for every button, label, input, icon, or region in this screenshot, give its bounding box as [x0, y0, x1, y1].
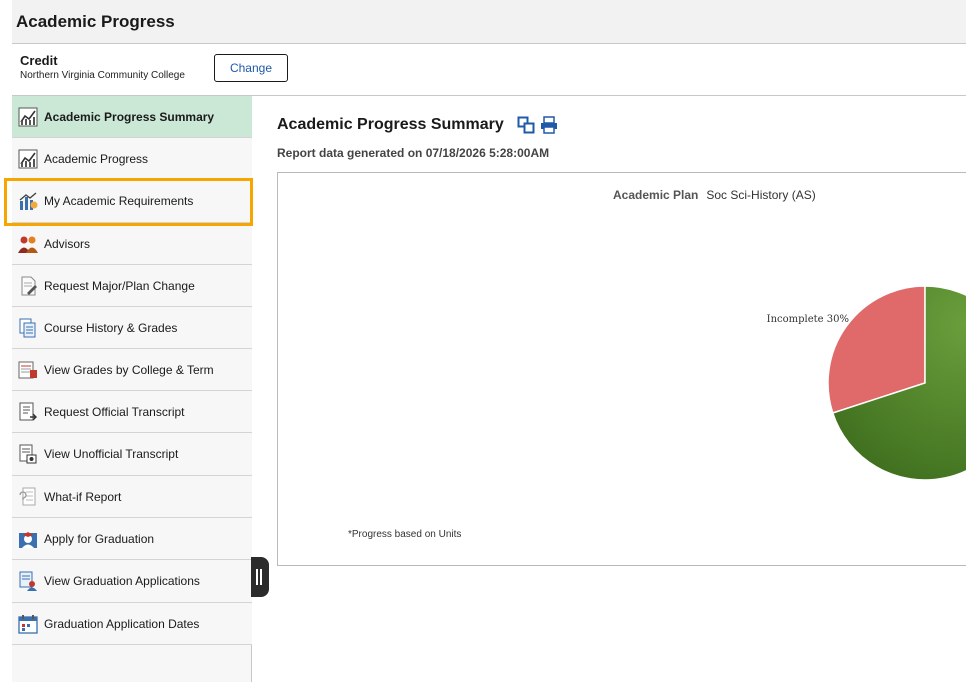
sidebar-item-view-grades-by-college-and-term[interactable]: View Grades by College & Term	[12, 349, 252, 391]
sidebar-item-label: My Academic Requirements	[44, 194, 194, 208]
sidebar-item-label: Academic Progress Summary	[44, 110, 215, 124]
sidebar-item-label: Advisors	[44, 237, 91, 251]
document-stack-icon	[19, 318, 36, 338]
sidebar-item-advisors[interactable]: Advisors	[12, 223, 252, 265]
sidebar-item-request-official-transcript[interactable]: Request Official Transcript	[12, 391, 252, 433]
sidebar-item-view-graduation-applications[interactable]: View Graduation Applications	[12, 560, 252, 603]
sidebar-item-label: Request Major/Plan Change	[44, 279, 195, 293]
progress-note: *Progress based on Units	[348, 529, 462, 540]
transcript-request-icon	[19, 402, 37, 421]
edit-document-icon	[21, 276, 37, 296]
people-icon	[18, 236, 38, 253]
sidebar-item-apply-for-graduation[interactable]: Apply for Graduation	[12, 518, 252, 560]
chart-panel: Academic Plan Soc Sci-History (AS) Incomp…	[277, 172, 966, 566]
sidebar-item-graduation-application-dates[interactable]: Graduation Application Dates	[12, 603, 252, 645]
print-icon[interactable]	[540, 116, 558, 134]
page-title: Academic Progress	[16, 12, 175, 31]
graduation-apply-icon	[19, 532, 37, 548]
sidebar-item-label: Graduation Application Dates	[44, 617, 200, 631]
pie-label-incomplete: Incomplete 30%	[767, 314, 849, 325]
grades-report-icon	[18, 361, 37, 379]
requirements-chart-icon	[19, 192, 38, 210]
sidebar-item-label: Apply for Graduation	[44, 532, 155, 546]
sidebar-item-course-history-and-grades[interactable]: Course History & Grades	[12, 307, 252, 349]
chart-icon	[18, 107, 38, 127]
what-if-report-icon	[19, 487, 36, 506]
calendar-icon	[18, 615, 38, 634]
sidebar-item-request-major-plan-change[interactable]: Request Major/Plan Change	[12, 265, 252, 307]
sidebar-item-label: View Unofficial Transcript	[44, 447, 179, 461]
sidebar-item-what-if-report[interactable]: What-if Report	[12, 476, 252, 518]
sidebar-item-label: View Grades by College & Term	[44, 363, 214, 377]
sidebar-item-academic-progress-summary[interactable]: Academic Progress Summary	[12, 96, 252, 138]
sidebar-item-academic-progress[interactable]: Academic Progress	[12, 138, 252, 180]
context-bar: Credit Northern Virginia Community Colle…	[12, 44, 966, 96]
sidebar-nav: Academic Progress Summary Academic Progre…	[12, 96, 252, 682]
handle-bar	[260, 569, 262, 585]
sidebar-collapse-handle[interactable]	[251, 557, 269, 597]
sidebar-item-label: Request Official Transcript	[44, 405, 185, 419]
sidebar-item-label: What-if Report	[44, 490, 122, 504]
sidebar-item-label: Course History & Grades	[44, 321, 178, 335]
transcript-view-icon	[19, 444, 37, 464]
report-date: Report data generated on 07/18/2026 5:28…	[277, 146, 550, 160]
institution-label: Northern Virginia Community College	[20, 70, 185, 81]
sidebar-item-label: Academic Progress	[44, 152, 149, 166]
career-label: Credit	[20, 53, 58, 68]
graduation-applications-icon	[19, 571, 37, 591]
sidebar-item-label: View Graduation Applications	[44, 574, 200, 588]
sidebar-item-view-unofficial-transcript[interactable]: View Unofficial Transcript	[12, 433, 252, 476]
new-window-icon[interactable]	[517, 116, 535, 134]
progress-pie-chart: Incomplete 30%	[767, 285, 966, 481]
handle-bar	[256, 569, 258, 585]
page-header: Academic Progress	[12, 0, 966, 44]
chart-icon	[18, 149, 38, 169]
sidebar-item-my-academic-requirements[interactable]: My Academic Requirements	[12, 180, 252, 223]
main-title: Academic Progress Summary	[277, 116, 504, 133]
change-button[interactable]: Change	[214, 54, 288, 82]
